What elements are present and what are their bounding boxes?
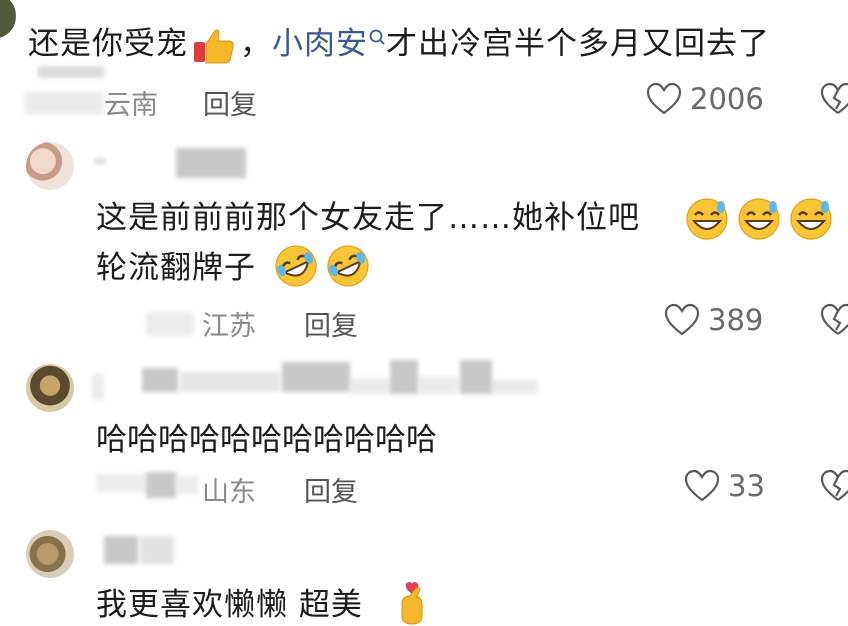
heart-icon (664, 303, 700, 337)
like-button[interactable]: 389 (664, 303, 774, 337)
finger-heart-emoji (392, 578, 432, 626)
redacted-username (180, 372, 280, 392)
emoji-row (685, 197, 835, 241)
dislike-heart-icon[interactable] (820, 469, 848, 503)
comment-text: 这是前前前那个女友走了……她补位吧 (96, 200, 640, 236)
reply-button[interactable]: 回复 (304, 470, 358, 509)
dislike-heart-icon[interactable] (820, 303, 848, 337)
comment-location: 江苏 (202, 311, 256, 342)
like-button[interactable]: 33 (684, 469, 774, 503)
emoji-row (274, 244, 374, 288)
mention-link[interactable]: 小肉安 (272, 26, 368, 62)
redacted-username (418, 376, 458, 394)
like-button[interactable]: 2006 (646, 82, 776, 116)
comment-text: 我更喜欢懒懒 超美 (96, 585, 363, 625)
comment-location: 山东 (202, 477, 256, 508)
redacted-username (176, 148, 246, 178)
rolling-laughing-emoji (326, 244, 370, 288)
redacted-time (146, 472, 176, 498)
redacted-time (96, 474, 146, 492)
comment-text: 还是你受宠 ，小肉安 才出冷宫半个多月又回去了 (28, 24, 770, 66)
reply-button[interactable]: 回复 (304, 304, 358, 343)
redacted-username (350, 378, 390, 394)
redacted-username (94, 158, 106, 164)
redacted-username (282, 362, 350, 392)
comment-text: 轮流翻牌子 (96, 250, 256, 286)
comment-text: 哈哈哈哈哈哈哈哈哈哈哈 (96, 422, 437, 458)
redacted-username (390, 360, 418, 394)
redacted-username (142, 368, 178, 392)
reply-button[interactable]: 回复 (203, 83, 257, 122)
avatar[interactable] (26, 142, 74, 190)
grinning-sweat-emoji (737, 197, 781, 241)
search-icon (368, 28, 386, 52)
redacted-time (24, 92, 104, 114)
avatar-partial[interactable] (0, 0, 16, 38)
like-count: 389 (708, 303, 764, 337)
redacted-time (176, 476, 198, 494)
redacted-username (38, 66, 104, 78)
comment-text-after: 才出冷宫半个多月又回去了 (386, 26, 770, 62)
avatar[interactable] (26, 530, 74, 578)
grinning-sweat-emoji (789, 197, 833, 241)
comment-text-line2: 轮流翻牌子 (96, 248, 256, 288)
avatar[interactable] (26, 364, 74, 412)
redacted-time (146, 312, 194, 336)
grinning-sweat-emoji (685, 197, 729, 241)
dislike-heart-icon[interactable] (820, 82, 848, 116)
comment-location: 云南 (104, 90, 158, 121)
like-count: 2006 (690, 82, 764, 116)
heart-icon (684, 469, 720, 503)
redacted-username (140, 536, 174, 564)
comment-text-before: 还是你受宠 (28, 26, 188, 62)
redacted-username (104, 536, 138, 564)
like-count: 33 (728, 469, 765, 503)
heart-icon (646, 82, 682, 116)
rolling-laughing-emoji (274, 244, 318, 288)
comment-text-body: 我更喜欢懒懒 超美 (96, 587, 363, 623)
redacted-username (92, 374, 104, 400)
redacted-username (492, 380, 538, 394)
thumbs-up-emoji (192, 26, 236, 66)
redacted-username (460, 360, 492, 394)
